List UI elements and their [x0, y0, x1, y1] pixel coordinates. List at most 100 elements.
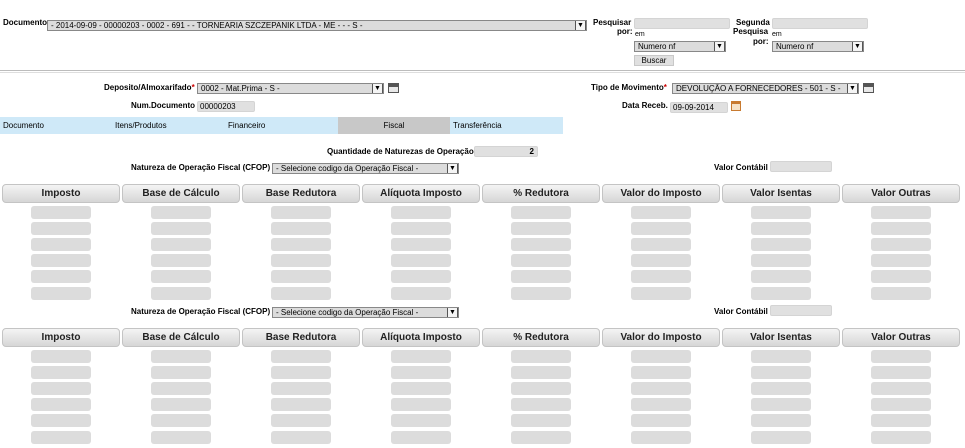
tax-input-cell[interactable]	[271, 254, 331, 267]
calendar-icon[interactable]	[388, 83, 399, 93]
tax-input-cell[interactable]	[391, 366, 451, 379]
tax-input-cell[interactable]	[151, 270, 211, 283]
tax-input-cell[interactable]	[31, 431, 91, 444]
tax-input-cell[interactable]	[631, 414, 691, 427]
tax-input-cell[interactable]	[631, 206, 691, 219]
tax-input-cell[interactable]	[391, 270, 451, 283]
tax-input-cell[interactable]	[631, 398, 691, 411]
tax-input-cell[interactable]	[151, 398, 211, 411]
tax-input-cell[interactable]	[151, 431, 211, 444]
tax-input-cell[interactable]	[31, 382, 91, 395]
tipo-movimento-select[interactable]: DEVOLUÇÃO A FORNECEDORES - 501 - S - ▼	[672, 83, 859, 94]
tax-input-cell[interactable]	[751, 206, 811, 219]
tax-input-cell[interactable]	[391, 254, 451, 267]
tax-input-cell[interactable]	[871, 431, 931, 444]
segunda-select[interactable]: Numero nf ▼	[772, 41, 864, 52]
tax-input-cell[interactable]	[871, 254, 931, 267]
tax-input-cell[interactable]	[751, 270, 811, 283]
tax-input-cell[interactable]	[871, 366, 931, 379]
tax-input-cell[interactable]	[271, 206, 331, 219]
cfop-select-2[interactable]: - Selecione codigo da Operação Fiscal - …	[272, 307, 459, 318]
chevron-down-icon[interactable]: ▼	[852, 42, 863, 51]
calendar-icon[interactable]	[731, 101, 741, 111]
tab-fiscal[interactable]: Fiscal	[338, 117, 450, 134]
tax-input-cell[interactable]	[391, 398, 451, 411]
tab-itens-produtos[interactable]: Itens/Produtos	[112, 117, 225, 134]
tax-input-cell[interactable]	[631, 222, 691, 235]
tax-input-cell[interactable]	[271, 238, 331, 251]
tax-input-cell[interactable]	[391, 222, 451, 235]
chevron-down-icon[interactable]: ▼	[575, 21, 586, 30]
tax-input-cell[interactable]	[391, 238, 451, 251]
tax-input-cell[interactable]	[151, 222, 211, 235]
tax-input-cell[interactable]	[871, 382, 931, 395]
tax-input-cell[interactable]	[751, 398, 811, 411]
pesquisar-input[interactable]	[634, 18, 730, 29]
tax-input-cell[interactable]	[871, 398, 931, 411]
tax-input-cell[interactable]	[871, 287, 931, 300]
tax-input-cell[interactable]	[511, 398, 571, 411]
tax-input-cell[interactable]	[631, 431, 691, 444]
tax-input-cell[interactable]	[31, 398, 91, 411]
tab-transferencia[interactable]: Transferência	[450, 117, 563, 134]
buscar-button[interactable]: Buscar	[634, 55, 674, 66]
tax-input-cell[interactable]	[751, 414, 811, 427]
tax-input-cell[interactable]	[271, 350, 331, 363]
chevron-down-icon[interactable]: ▼	[847, 84, 858, 93]
segunda-input[interactable]	[772, 18, 868, 29]
tax-input-cell[interactable]	[271, 414, 331, 427]
tax-input-cell[interactable]	[391, 414, 451, 427]
tax-input-cell[interactable]	[151, 206, 211, 219]
tax-input-cell[interactable]	[631, 287, 691, 300]
tax-input-cell[interactable]	[31, 414, 91, 427]
tax-input-cell[interactable]	[511, 206, 571, 219]
tax-input-cell[interactable]	[871, 222, 931, 235]
tax-input-cell[interactable]	[31, 366, 91, 379]
tax-input-cell[interactable]	[751, 254, 811, 267]
tax-input-cell[interactable]	[391, 287, 451, 300]
tax-input-cell[interactable]	[631, 238, 691, 251]
tax-input-cell[interactable]	[391, 431, 451, 444]
tax-input-cell[interactable]	[391, 350, 451, 363]
num-documento-field[interactable]: 00000203	[197, 101, 255, 112]
chevron-down-icon[interactable]: ▼	[447, 308, 458, 317]
tax-input-cell[interactable]	[511, 238, 571, 251]
tax-input-cell[interactable]	[871, 350, 931, 363]
tax-input-cell[interactable]	[271, 222, 331, 235]
cfop-select-1[interactable]: - Selecione codigo da Operação Fiscal - …	[272, 163, 459, 174]
tax-input-cell[interactable]	[511, 414, 571, 427]
chevron-down-icon[interactable]: ▼	[714, 42, 725, 51]
calendar-icon[interactable]	[863, 83, 874, 93]
tax-input-cell[interactable]	[631, 270, 691, 283]
tax-input-cell[interactable]	[151, 238, 211, 251]
tab-financeiro[interactable]: Financeiro	[225, 117, 338, 134]
chevron-down-icon[interactable]: ▼	[372, 84, 383, 93]
tax-input-cell[interactable]	[511, 254, 571, 267]
tax-input-cell[interactable]	[871, 414, 931, 427]
tax-input-cell[interactable]	[31, 222, 91, 235]
tax-input-cell[interactable]	[511, 287, 571, 300]
tax-input-cell[interactable]	[751, 222, 811, 235]
tax-input-cell[interactable]	[271, 366, 331, 379]
qtd-naturezas-field[interactable]: 2	[474, 146, 538, 157]
tax-input-cell[interactable]	[511, 270, 571, 283]
tax-input-cell[interactable]	[871, 238, 931, 251]
documento-select[interactable]: - 2014-09-09 - 00000203 - 0002 - 691 - -…	[47, 20, 587, 31]
tax-input-cell[interactable]	[631, 350, 691, 363]
tax-input-cell[interactable]	[751, 287, 811, 300]
tax-input-cell[interactable]	[511, 366, 571, 379]
valor-contabil-field-1[interactable]	[770, 161, 832, 172]
tax-input-cell[interactable]	[751, 431, 811, 444]
tax-input-cell[interactable]	[871, 206, 931, 219]
tax-input-cell[interactable]	[151, 254, 211, 267]
tax-input-cell[interactable]	[31, 287, 91, 300]
tax-input-cell[interactable]	[511, 382, 571, 395]
valor-contabil-field-2[interactable]	[770, 305, 832, 316]
tax-input-cell[interactable]	[751, 366, 811, 379]
tax-input-cell[interactable]	[511, 431, 571, 444]
tax-input-cell[interactable]	[751, 350, 811, 363]
tax-input-cell[interactable]	[271, 431, 331, 444]
tax-input-cell[interactable]	[271, 287, 331, 300]
tax-input-cell[interactable]	[751, 238, 811, 251]
tax-input-cell[interactable]	[871, 270, 931, 283]
